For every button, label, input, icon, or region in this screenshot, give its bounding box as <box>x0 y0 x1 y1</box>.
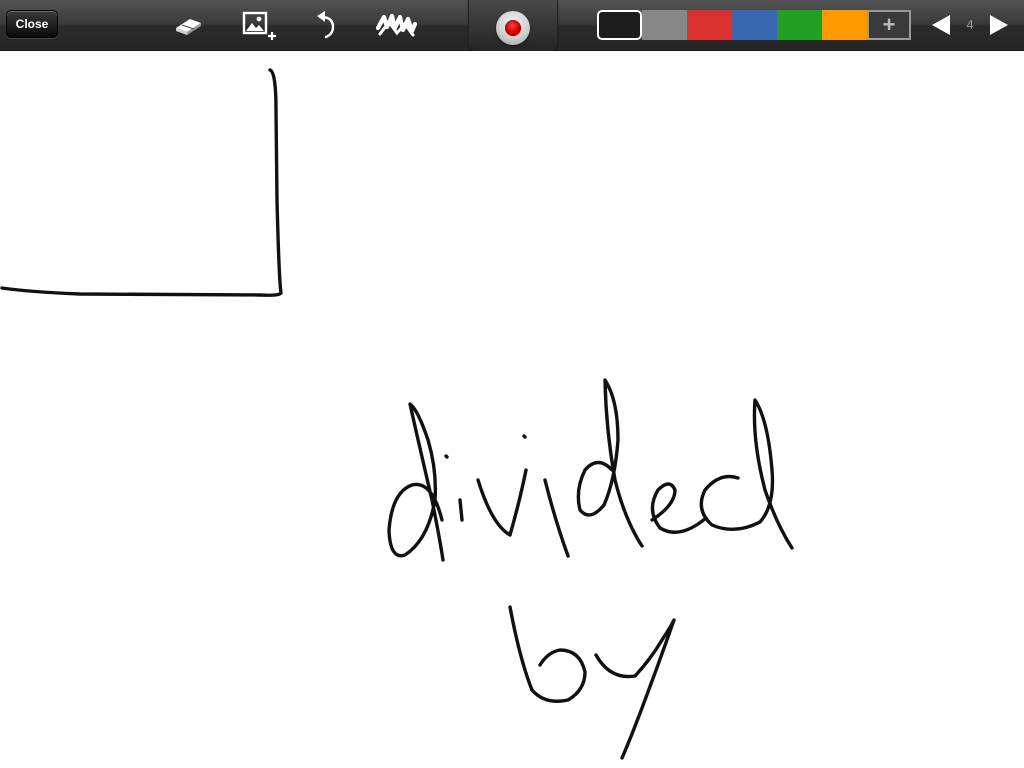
insert-image-icon <box>242 11 276 40</box>
undo-tool-button[interactable] <box>312 9 340 41</box>
clear-page-tool-button[interactable] <box>374 9 418 41</box>
record-icon <box>505 20 521 36</box>
drawing-canvas[interactable] <box>0 51 1024 768</box>
eraser-tool-button[interactable] <box>172 9 204 41</box>
add-color-button[interactable]: + <box>867 10 911 40</box>
toolbar: Close + 4 <box>0 0 1024 58</box>
color-palette: + <box>597 10 911 40</box>
undo-icon <box>317 11 335 39</box>
color-swatch-black[interactable] <box>597 10 642 40</box>
triangle-right-icon <box>990 15 1008 35</box>
triangle-left-icon <box>932 15 950 35</box>
color-swatch-orange[interactable] <box>822 10 867 40</box>
clear-scribble-icon <box>375 13 417 37</box>
previous-page-button[interactable] <box>930 13 952 37</box>
division-bracket-stroke <box>0 68 283 297</box>
eraser-icon <box>176 19 201 35</box>
record-tab <box>468 0 558 58</box>
ink-layer <box>0 68 794 760</box>
handwritten-word-divided <box>387 378 794 562</box>
color-swatch-red[interactable] <box>687 10 732 40</box>
color-swatch-gray[interactable] <box>642 10 687 40</box>
page-number: 4 <box>966 17 974 32</box>
close-button[interactable]: Close <box>6 10 58 38</box>
handwritten-word-by <box>508 605 676 760</box>
record-button[interactable] <box>496 11 530 45</box>
color-swatch-blue[interactable] <box>732 10 777 40</box>
insert-image-tool-button[interactable] <box>240 9 278 41</box>
next-page-button[interactable] <box>988 13 1010 37</box>
whiteboard-app: Close + 4 <box>0 0 1024 768</box>
color-swatch-green[interactable] <box>777 10 822 40</box>
